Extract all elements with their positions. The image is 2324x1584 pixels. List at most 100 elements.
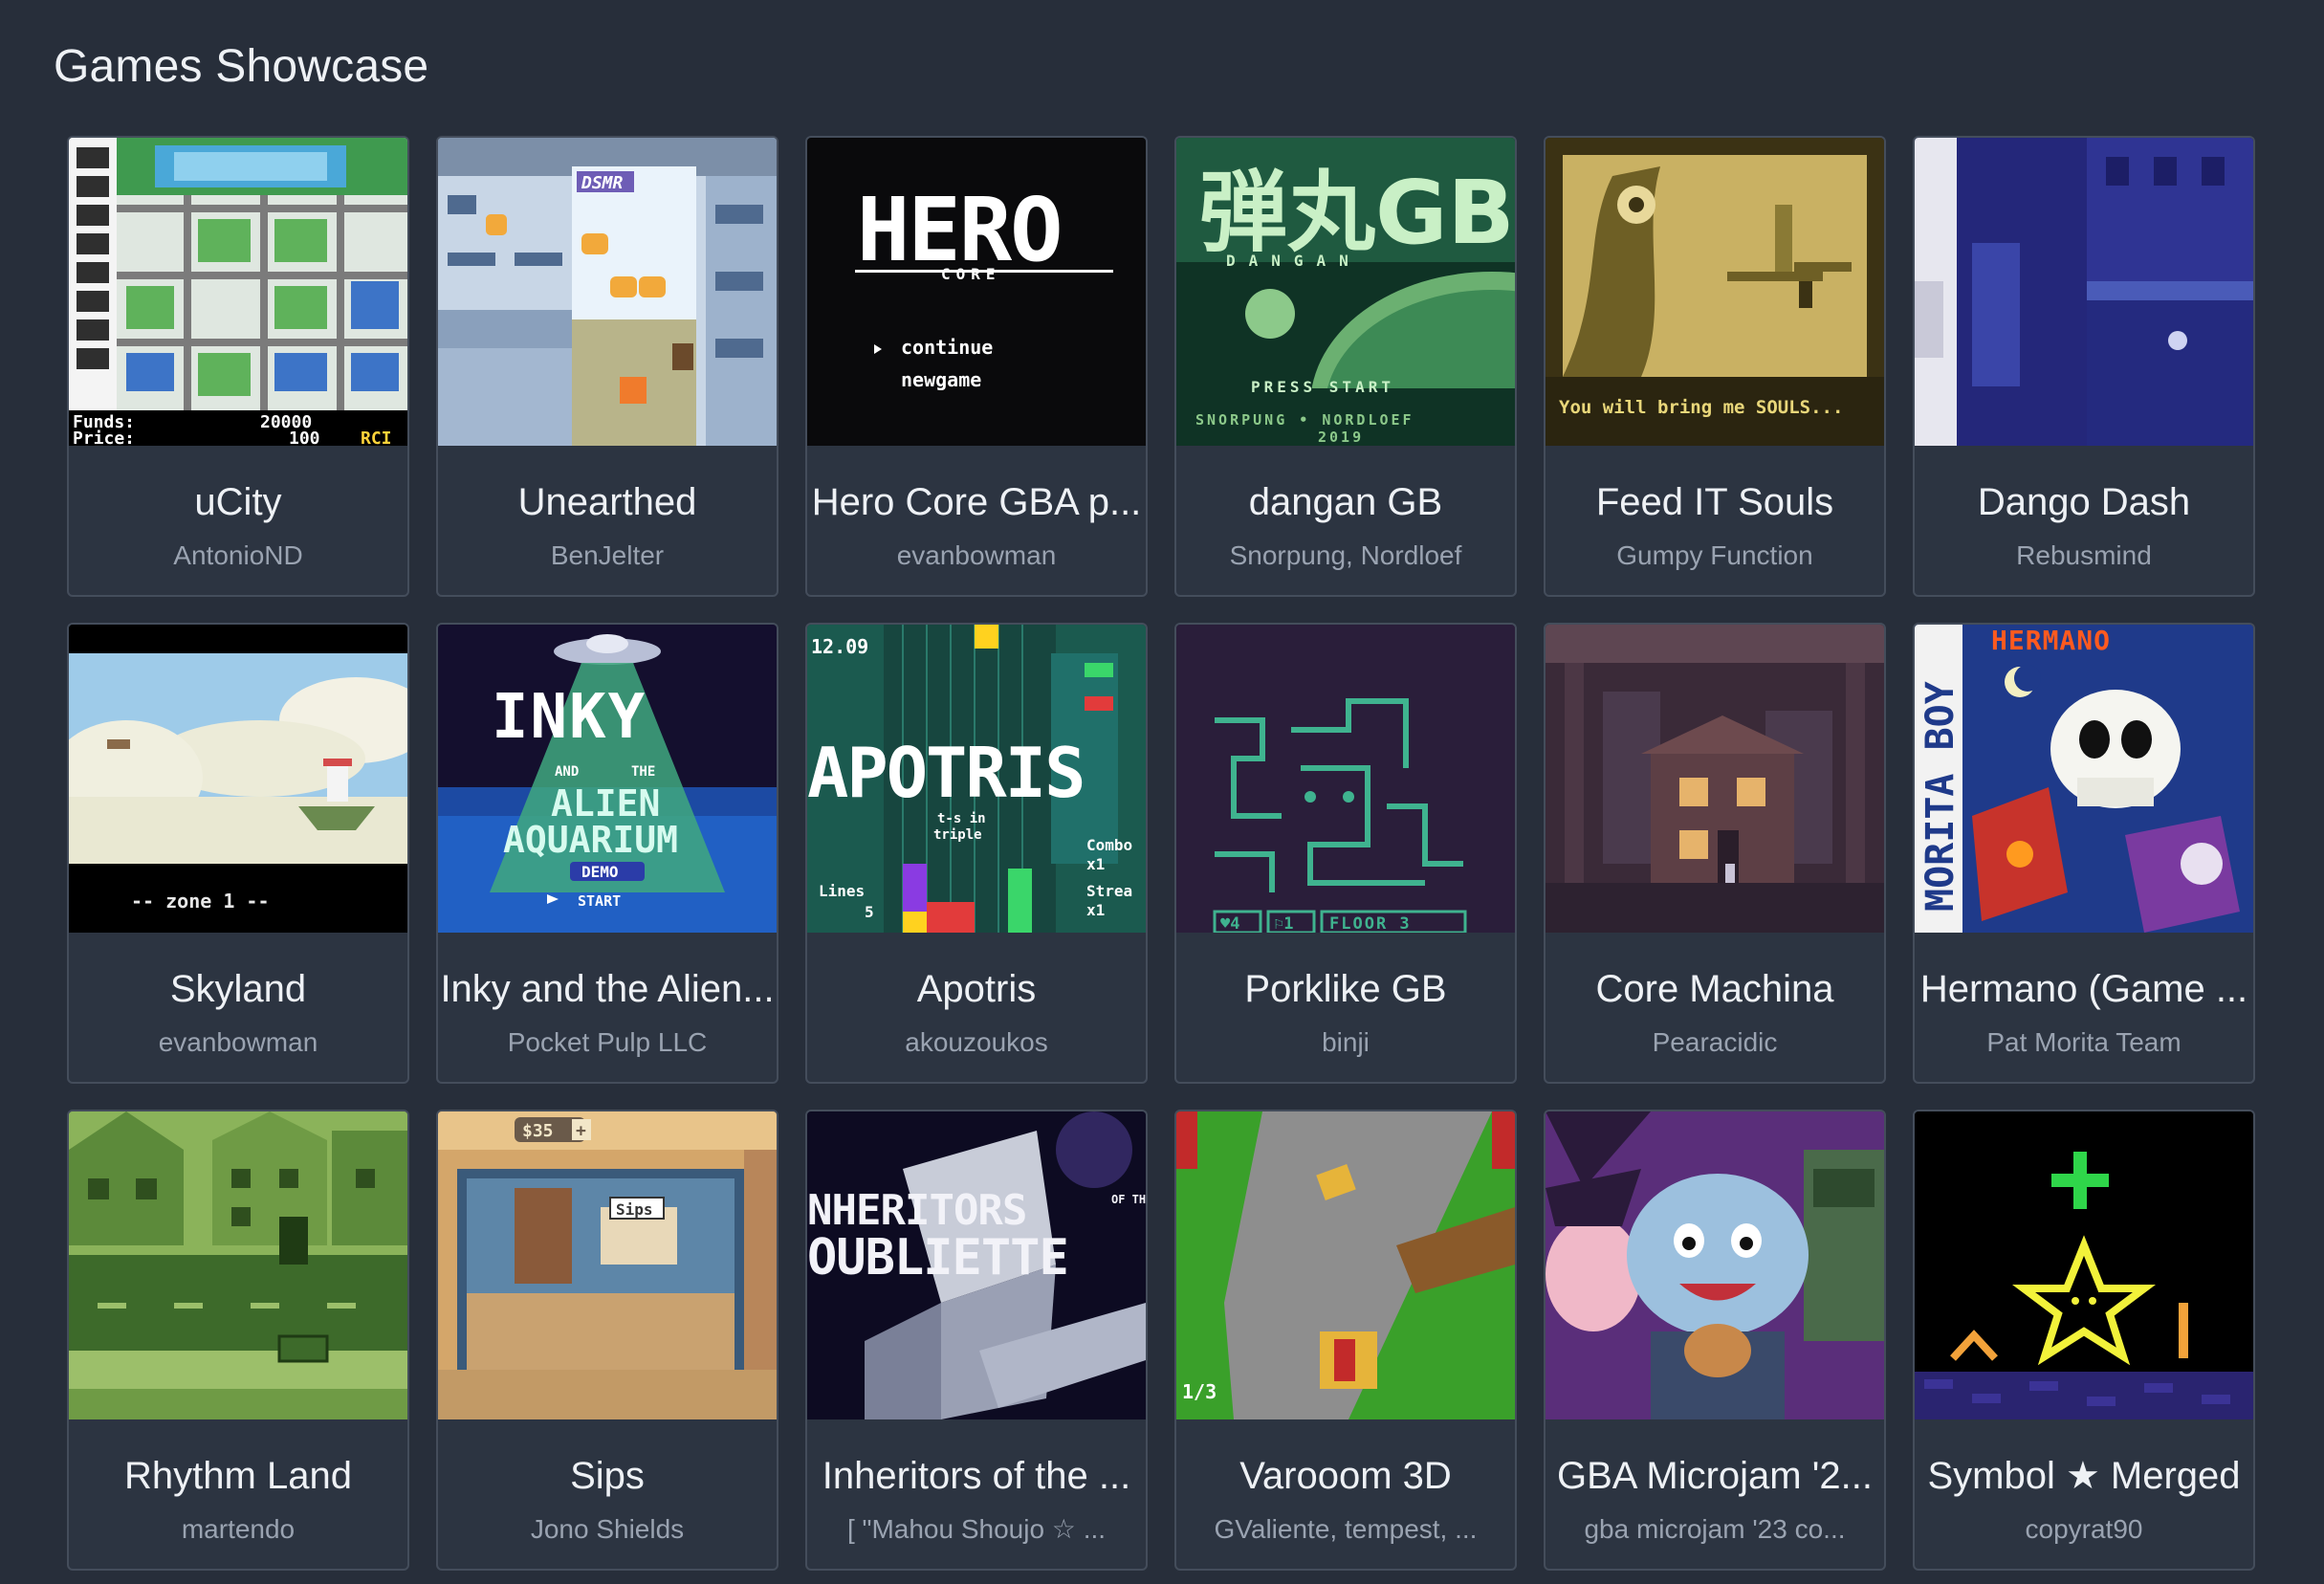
- game-author: Pocket Pulp LLC: [507, 1027, 708, 1057]
- thumb-text: DANGAN: [1226, 252, 1362, 270]
- game-thumbnail: 弾丸GB DANGAN PRESS START SNORPUNG • NORDL…: [1176, 138, 1515, 446]
- game-card-varooom-3d[interactable]: 1/3 Varooom 3D GValiente, tempest, ...: [1174, 1110, 1517, 1571]
- thumb-text: 弾丸GB: [1199, 162, 1515, 264]
- game-title: Core Machina: [1595, 968, 1834, 1010]
- thumb-text: x1: [1086, 901, 1105, 919]
- thumb-text: 1/3: [1182, 1380, 1217, 1403]
- game-title: uCity: [194, 481, 282, 523]
- game-title: Inheritors of the ...: [822, 1455, 1131, 1497]
- thumb-text: OF THE: [1111, 1193, 1146, 1206]
- game-card-ucity[interactable]: Funds: 20000 Price: 100 RCI uCity Antoni…: [67, 136, 409, 597]
- game-card-gba-microjam[interactable]: GBA Microjam '2... gba microjam '23 co..…: [1544, 1110, 1886, 1571]
- thumb-text: ♥4: [1220, 914, 1239, 933]
- thumb-text: Price:: [73, 429, 135, 446]
- thumb-text: 12.09: [811, 635, 868, 658]
- game-thumbnail: ♥4 ⚐1 FLOOR 3: [1176, 625, 1515, 933]
- game-author: Snorpung, Nordloef: [1229, 540, 1462, 570]
- game-card-dangan-gb[interactable]: 弾丸GB DANGAN PRESS START SNORPUNG • NORDL…: [1174, 136, 1517, 597]
- thumb-text: SNORPUNG • NORDLOEF: [1195, 411, 1414, 429]
- game-author: martendo: [181, 1514, 296, 1544]
- game-author: copyrat90: [2025, 1514, 2143, 1544]
- thumb-text: HERMANO: [1991, 625, 2111, 656]
- game-card-unearthed[interactable]: DSMR Unearthed BenJelter: [436, 136, 778, 597]
- thumb-text: Strea: [1086, 882, 1132, 900]
- game-title: Dango Dash: [1977, 481, 2191, 523]
- game-thumbnail: [1546, 625, 1884, 933]
- game-card-porklike-gb[interactable]: ♥4 ⚐1 FLOOR 3 Porklike GB binji: [1174, 623, 1517, 1084]
- game-title: Rhythm Land: [124, 1455, 352, 1497]
- thumb-text: AQUARIUM: [503, 819, 678, 861]
- thumb-text: CORE: [941, 265, 1001, 283]
- game-card-apotris[interactable]: 12.09 APOTRIS t-s in triple Lines 5 Comb…: [805, 623, 1148, 1084]
- game-thumbnail: 12.09 APOTRIS t-s in triple Lines 5 Comb…: [807, 625, 1146, 933]
- game-author: akouzoukos: [905, 1027, 1048, 1057]
- game-author: Pearacidic: [1652, 1027, 1778, 1057]
- game-author: gba microjam '23 co...: [1584, 1514, 1846, 1544]
- game-title: Sips: [570, 1455, 645, 1497]
- thumb-text: NHERITORS: [807, 1186, 1026, 1235]
- game-title: GBA Microjam '2...: [1557, 1455, 1873, 1497]
- game-card-rhythm-land[interactable]: Rhythm Land martendo: [67, 1110, 409, 1571]
- game-card-hermano[interactable]: MORITA BOY HERMANO Hermano (Game ... Pat: [1913, 623, 2255, 1084]
- game-author: BenJelter: [550, 540, 665, 570]
- thumb-text: newgame: [901, 368, 981, 391]
- thumb-text: Combo: [1086, 836, 1132, 854]
- game-thumbnail: MORITA BOY HERMANO: [1915, 625, 2253, 933]
- game-thumbnail: HERO CORE continue newgame: [807, 138, 1146, 446]
- thumb-text: $35: [522, 1121, 554, 1141]
- thumb-text: INKY: [492, 682, 647, 753]
- game-author: Gumpy Function: [1616, 540, 1813, 570]
- game-card-dango-dash[interactable]: Dango Dash Rebusmind: [1913, 136, 2255, 597]
- game-card-inky[interactable]: INKY AND THE ALIEN AQUARIUM DEMO START I…: [436, 623, 778, 1084]
- game-thumbnail: NHERITORS OF THE OUBLIETTE: [807, 1111, 1146, 1419]
- game-card-core-machina[interactable]: Core Machina Pearacidic: [1544, 623, 1886, 1084]
- thumb-text: triple: [933, 827, 982, 843]
- game-thumbnail: INKY AND THE ALIEN AQUARIUM DEMO START: [438, 625, 777, 933]
- thumb-text: FLOOR 3: [1329, 914, 1412, 933]
- thumb-text: continue: [901, 336, 993, 359]
- thumb-text: OUBLIETTE: [807, 1229, 1068, 1287]
- thumb-text: MORITA BOY: [1918, 681, 1962, 912]
- game-thumbnail: -- zone 1 --: [69, 625, 407, 933]
- page-title: Games Showcase: [54, 41, 429, 92]
- thumb-text: DEMO: [581, 863, 619, 881]
- game-thumbnail: [1915, 1111, 2253, 1419]
- game-thumbnail: 1/3: [1176, 1111, 1515, 1419]
- game-title: Unearthed: [517, 481, 697, 523]
- game-title: Porklike GB: [1244, 968, 1447, 1010]
- thumb-text: 2019: [1318, 429, 1364, 446]
- game-card-inheritors[interactable]: NHERITORS OF THE OUBLIETTE Inheritors of…: [805, 1110, 1148, 1571]
- thumb-text: +: [576, 1121, 586, 1141]
- game-thumbnail: You will bring me SOULS...: [1546, 138, 1884, 446]
- thumb-text: t-s in: [937, 811, 986, 826]
- game-title: Hero Core GBA p...: [811, 481, 1142, 523]
- game-title: Inky and the Alien...: [440, 968, 775, 1010]
- thumb-text: You will bring me SOULS...: [1559, 397, 1843, 418]
- game-author: evanbowman: [896, 540, 1057, 570]
- game-card-feed-it-souls[interactable]: You will bring me SOULS... Feed IT Souls…: [1544, 136, 1886, 597]
- game-card-hero-core[interactable]: HERO CORE continue newgame Hero Core GBA…: [805, 136, 1148, 597]
- games-grid: Funds: 20000 Price: 100 RCI uCity Antoni…: [67, 136, 2255, 1571]
- game-author: AntonioND: [173, 540, 303, 570]
- game-card-sips[interactable]: $35 + Sips Sips Jono Shields: [436, 1110, 778, 1571]
- thumb-text: APOTRIS: [807, 733, 1084, 813]
- game-thumbnail: [69, 1111, 407, 1419]
- game-author: Pat Morita Team: [1986, 1027, 2181, 1057]
- game-title: dangan GB: [1248, 481, 1443, 523]
- thumb-text: 100: [289, 429, 320, 446]
- thumb-text: THE: [631, 764, 655, 780]
- game-author: binji: [1322, 1027, 1370, 1057]
- game-thumbnail: [1546, 1111, 1884, 1419]
- thumb-text: PRESS START: [1251, 378, 1394, 396]
- games-showcase-page: Games Showcase Funds: 20000 Price: 100 R…: [0, 0, 2324, 1584]
- thumb-text: START: [578, 892, 621, 910]
- game-title: Skyland: [169, 968, 307, 1010]
- game-card-symbol-merged[interactable]: Symbol ★ Merged copyrat90: [1913, 1110, 2255, 1571]
- game-thumbnail: $35 + Sips: [438, 1111, 777, 1419]
- game-card-skyland[interactable]: -- zone 1 -- Skyland evanbowman: [67, 623, 409, 1084]
- thumb-text: Sips: [616, 1200, 653, 1219]
- thumb-text: 5: [865, 903, 874, 921]
- game-title: Symbol ★ Merged: [1927, 1455, 2241, 1497]
- thumb-text: DSMR: [581, 173, 624, 193]
- thumb-text: x1: [1086, 855, 1105, 873]
